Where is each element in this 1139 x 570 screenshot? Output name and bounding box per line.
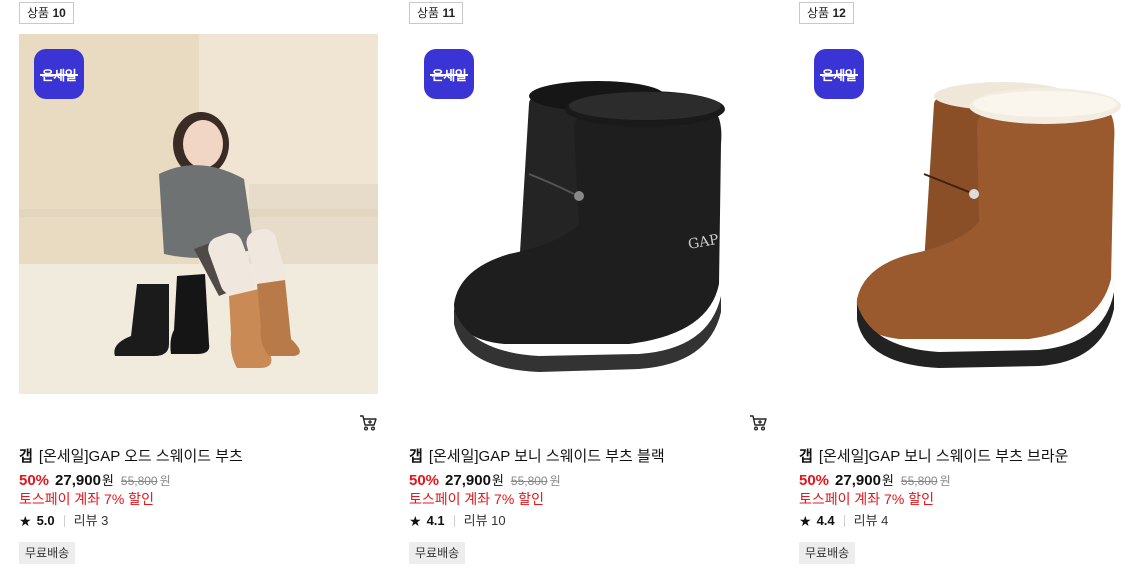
rank-label: 상품 11 bbox=[409, 2, 464, 24]
free-shipping-tag: 무료배송 bbox=[799, 542, 856, 564]
promotion-text: 토스페이 계좌 7% 할인 bbox=[19, 491, 154, 507]
review-count: 리뷰 10 bbox=[463, 513, 506, 528]
cart-icon[interactable] bbox=[359, 414, 377, 432]
product-title[interactable]: 갭 [온세일]GAP 보니 스웨이드 부츠 블랙 bbox=[409, 447, 769, 467]
product-image[interactable]: GAP 온세일 bbox=[409, 34, 768, 394]
rank-label: 상품 12 bbox=[799, 2, 854, 24]
review-count: 리뷰 3 bbox=[73, 513, 109, 528]
price-row: 50% 27,900원 55,800 원 bbox=[409, 472, 561, 489]
rating-row: ★ 4.4 리뷰 4 bbox=[799, 513, 889, 529]
rank-label: 상품 10 bbox=[19, 2, 74, 24]
cart-icon[interactable] bbox=[749, 414, 767, 432]
free-shipping-tag: 무료배송 bbox=[409, 542, 466, 564]
onsale-badge: 온세일 bbox=[34, 49, 84, 99]
product-card[interactable]: 상품 10 온세일 갭 [온세일]GAP 오드 스웨이드 부츠 50% 27,9… bbox=[19, 0, 379, 570]
onsale-badge: 온세일 bbox=[814, 49, 864, 99]
rating-row: ★ 5.0 리뷰 3 bbox=[19, 513, 109, 529]
product-image[interactable]: 온세일 bbox=[19, 34, 378, 394]
product-card[interactable]: 상품 11 GAP 온세일 갭 [온세일]GAP 보니 스웨이드 부츠 블랙 50… bbox=[409, 0, 769, 570]
star-icon: ★ bbox=[409, 513, 422, 529]
price-row: 50% 27,900원 55,800 원 bbox=[799, 472, 951, 489]
product-image[interactable]: 온세일 bbox=[799, 34, 1139, 394]
free-shipping-tag: 무료배송 bbox=[19, 542, 76, 564]
promotion-text: 토스페이 계좌 7% 할인 bbox=[409, 491, 544, 507]
product-title[interactable]: 갭 [온세일]GAP 보니 스웨이드 부츠 브라운 bbox=[799, 447, 1139, 467]
review-count: 리뷰 4 bbox=[853, 513, 889, 528]
product-card[interactable]: 상품 12 온세일 갭 [온세일]GAP 보니 스웨이드 부츠 브라운 50% 27… bbox=[799, 0, 1139, 570]
star-icon: ★ bbox=[19, 513, 32, 529]
product-title[interactable]: 갭 [온세일]GAP 오드 스웨이드 부츠 bbox=[19, 447, 379, 467]
rating-row: ★ 4.1 리뷰 10 bbox=[409, 513, 506, 529]
promotion-text: 토스페이 계좌 7% 할인 bbox=[799, 491, 934, 507]
price-row: 50% 27,900원 55,800 원 bbox=[19, 472, 171, 489]
star-icon: ★ bbox=[799, 513, 812, 529]
onsale-badge: 온세일 bbox=[424, 49, 474, 99]
